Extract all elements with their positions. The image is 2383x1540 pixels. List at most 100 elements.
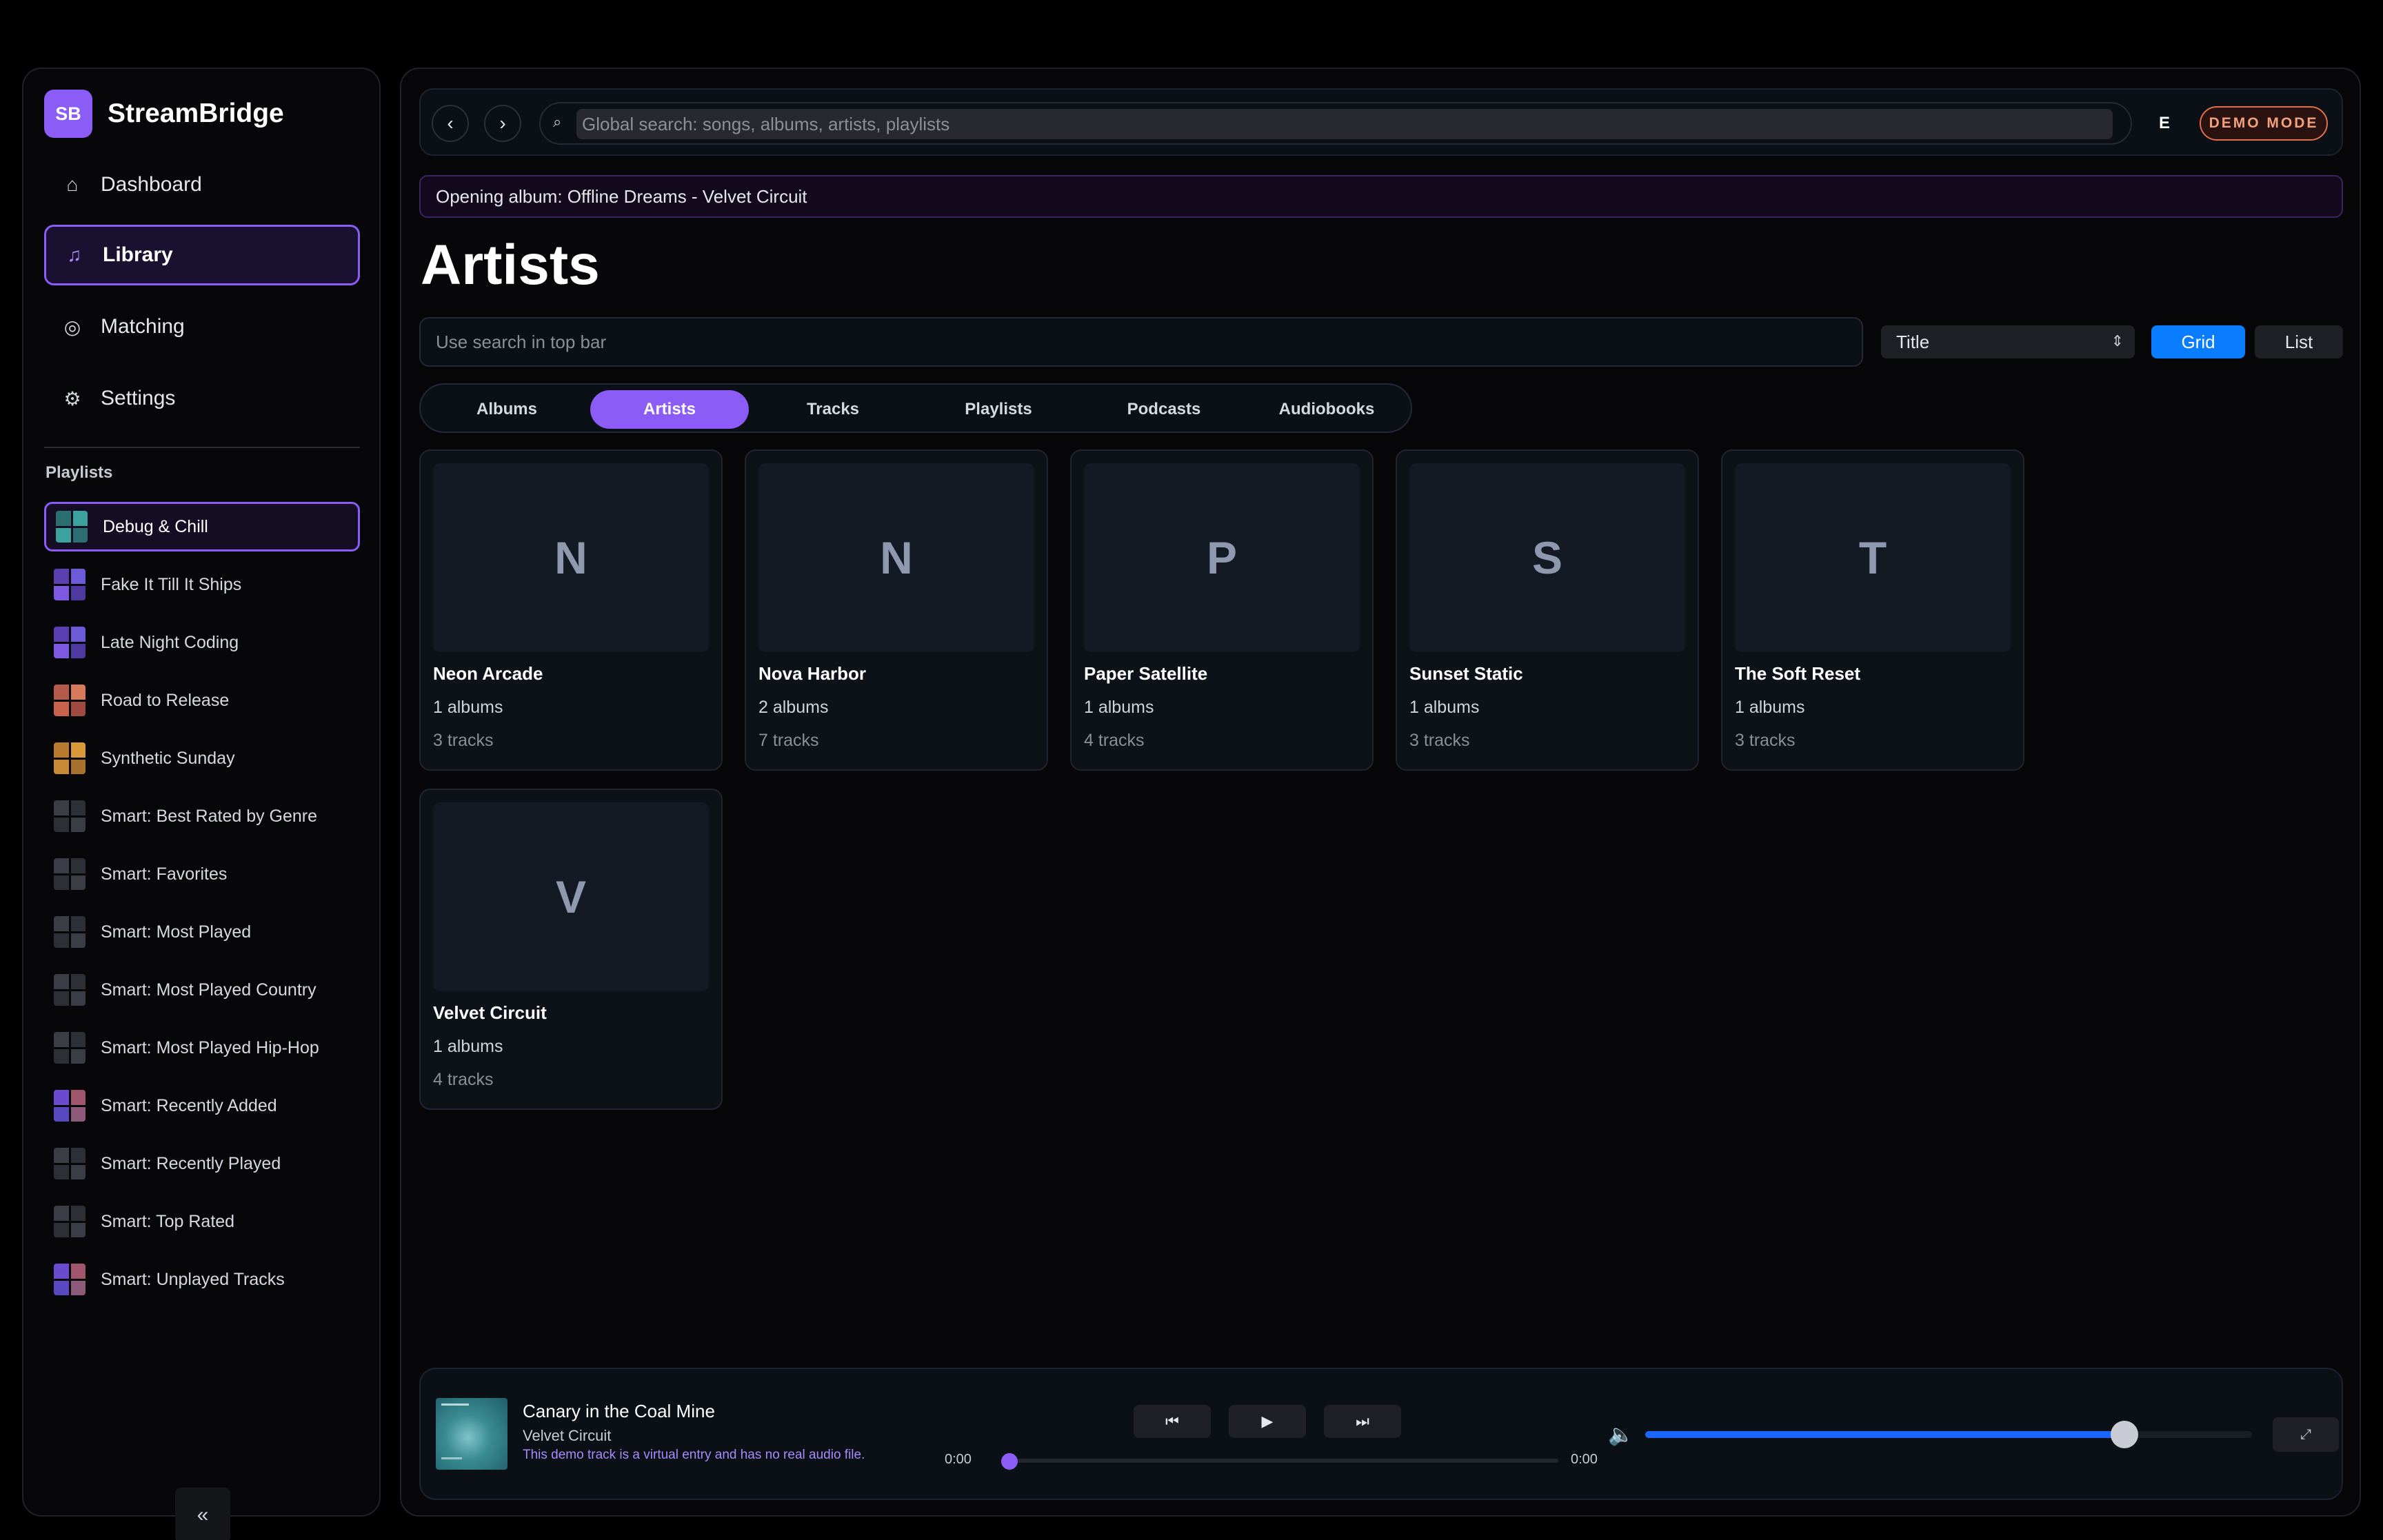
gear-icon: ⚙ bbox=[63, 387, 81, 409]
playlist-thumbnail bbox=[56, 511, 88, 543]
app-logo: SB bbox=[44, 90, 92, 138]
main-panel: ‹ › ⌕ E DEMO MODE Opening album: Offline… bbox=[400, 68, 2361, 1517]
artist-card[interactable]: V Velvet Circuit 1 albums 4 tracks bbox=[419, 789, 723, 1110]
artist-card[interactable]: T The Soft Reset 1 albums 3 tracks bbox=[1721, 449, 2024, 771]
playlist-item[interactable]: Smart: Recently Played bbox=[44, 1139, 360, 1188]
playlist-thumbnail bbox=[54, 858, 86, 890]
playlist-item[interactable]: Smart: Favorites bbox=[44, 849, 360, 899]
artist-initial: N bbox=[433, 463, 709, 652]
tab-audiobooks[interactable]: Audiobooks bbox=[1247, 390, 1407, 429]
playlist-label: Debug & Chill bbox=[103, 516, 208, 536]
chevron-updown-icon: ⇕ bbox=[2111, 332, 2124, 349]
artist-name: Velvet Circuit bbox=[433, 1002, 547, 1023]
progress-handle[interactable] bbox=[1001, 1453, 1018, 1470]
tab-artists[interactable]: Artists bbox=[590, 390, 749, 429]
playlist-label: Road to Release bbox=[101, 690, 230, 710]
sort-select-value: Title bbox=[1896, 331, 1930, 352]
brand[interactable]: SB StreamBridge bbox=[44, 90, 284, 138]
list-view-button[interactable]: List bbox=[2255, 325, 2343, 358]
artist-initial: P bbox=[1084, 463, 1360, 652]
volume-slider[interactable] bbox=[1645, 1431, 2252, 1438]
progress-slider[interactable] bbox=[1007, 1459, 1558, 1463]
artist-card[interactable]: P Paper Satellite 1 albums 4 tracks bbox=[1070, 449, 1374, 771]
playlist-item[interactable]: Smart: Most Played Hip-Hop bbox=[44, 1023, 360, 1073]
track-demo-note: This demo track is a virtual entry and h… bbox=[523, 1448, 865, 1462]
playlist-item[interactable]: Debug & Chill bbox=[44, 502, 360, 551]
playlist-thumbnail bbox=[54, 1032, 86, 1064]
expand-player-button[interactable]: ⤢ bbox=[2273, 1417, 2339, 1452]
playlist-item[interactable]: Smart: Recently Added bbox=[44, 1081, 360, 1131]
collapse-sidebar-button[interactable]: « bbox=[175, 1488, 230, 1540]
tab-playlists[interactable]: Playlists bbox=[917, 390, 1080, 429]
track-title: Canary in the Coal Mine bbox=[523, 1401, 715, 1421]
playlist-thumbnail bbox=[54, 916, 86, 948]
previous-track-button[interactable]: ⏮ bbox=[1134, 1405, 1211, 1438]
playlist-item[interactable]: Smart: Unplayed Tracks bbox=[44, 1255, 360, 1304]
playlist-thumbnail bbox=[54, 1206, 86, 1237]
tab-podcasts[interactable]: Podcasts bbox=[1084, 390, 1244, 429]
page-title: Artists bbox=[421, 234, 600, 296]
playlist-label: Late Night Coding bbox=[101, 632, 239, 652]
playlist-label: Smart: Unplayed Tracks bbox=[101, 1269, 285, 1289]
music-note-icon: ♫ bbox=[67, 244, 82, 265]
playlist-label: Smart: Recently Added bbox=[101, 1095, 277, 1115]
nav-matching[interactable]: ◎ Matching bbox=[44, 296, 360, 357]
artist-card[interactable]: N Neon Arcade 1 albums 3 tracks bbox=[419, 449, 723, 771]
playlist-item[interactable]: Smart: Most Played Country bbox=[44, 965, 360, 1015]
nav-settings[interactable]: ⚙ Settings bbox=[44, 368, 360, 429]
now-playing-bar: Canary in the Coal Mine Velvet Circuit T… bbox=[419, 1368, 2343, 1500]
artist-initial: T bbox=[1735, 463, 2011, 652]
artist-name: Paper Satellite bbox=[1084, 663, 1208, 684]
global-search-input[interactable] bbox=[576, 109, 2113, 139]
playlist-item[interactable]: Late Night Coding bbox=[44, 618, 360, 667]
artist-card[interactable]: S Sunset Static 1 albums 3 tracks bbox=[1396, 449, 1699, 771]
playlist-thumbnail bbox=[54, 569, 86, 600]
playlists-heading: Playlists bbox=[46, 463, 113, 482]
app-name: StreamBridge bbox=[108, 99, 284, 128]
nav-dashboard[interactable]: ⌂ Dashboard bbox=[44, 154, 360, 215]
playlist-item[interactable]: Fake It Till It Ships bbox=[44, 560, 360, 609]
playlist-item[interactable]: Synthetic Sunday bbox=[44, 733, 360, 783]
play-button[interactable]: ▶ bbox=[1229, 1405, 1306, 1438]
playlist-thumbnail bbox=[54, 800, 86, 832]
target-icon: ◎ bbox=[63, 316, 81, 338]
track-artist: Velvet Circuit bbox=[523, 1427, 612, 1444]
artist-album-count: 2 albums bbox=[758, 698, 829, 717]
nav-library[interactable]: ♫ Library bbox=[44, 225, 360, 285]
artist-initial: V bbox=[433, 802, 709, 991]
sort-select[interactable]: Title ⇕ bbox=[1881, 325, 2135, 358]
grid-view-button[interactable]: Grid bbox=[2151, 325, 2245, 358]
playlist-label: Smart: Most Played Country bbox=[101, 980, 316, 1000]
demo-mode-badge[interactable]: DEMO MODE bbox=[2200, 106, 2328, 141]
volume-fill bbox=[1645, 1431, 2125, 1438]
time-total: 0:00 bbox=[1571, 1452, 1598, 1467]
back-button[interactable]: ‹ bbox=[432, 105, 469, 142]
tab-tracks[interactable]: Tracks bbox=[754, 390, 912, 429]
playlist-thumbnail bbox=[54, 1090, 86, 1122]
playlist-item[interactable]: Smart: Top Rated bbox=[44, 1197, 360, 1246]
playlist-item[interactable]: Smart: Most Played bbox=[44, 907, 360, 957]
playlist-label: Smart: Most Played Hip-Hop bbox=[101, 1037, 319, 1057]
playlist-label: Smart: Best Rated by Genre bbox=[101, 806, 318, 826]
forward-button[interactable]: › bbox=[484, 105, 521, 142]
playlist-label: Smart: Recently Played bbox=[101, 1153, 281, 1173]
album-cover[interactable] bbox=[436, 1398, 507, 1470]
volume-icon[interactable]: 🔈 bbox=[1608, 1423, 1633, 1447]
library-filter-input[interactable] bbox=[419, 317, 1863, 367]
sidebar-divider bbox=[44, 447, 360, 448]
playlist-label: Smart: Top Rated bbox=[101, 1211, 235, 1231]
status-notice: Opening album: Offline Dreams - Velvet C… bbox=[419, 175, 2343, 218]
next-track-button[interactable]: ⏭ bbox=[1324, 1405, 1401, 1438]
artist-track-count: 7 tracks bbox=[758, 731, 819, 750]
sidebar: SB StreamBridge ⌂ Dashboard ♫ Library ◎ … bbox=[22, 68, 381, 1540]
artist-card[interactable]: N Nova Harbor 2 albums 7 tracks bbox=[745, 449, 1048, 771]
playlist-item[interactable]: Smart: Best Rated by Genre bbox=[44, 791, 360, 841]
user-avatar[interactable]: E bbox=[2144, 103, 2184, 143]
playlist-item[interactable]: Road to Release bbox=[44, 676, 360, 725]
tab-albums[interactable]: Albums bbox=[429, 390, 585, 429]
playlist-thumbnail bbox=[54, 742, 86, 774]
volume-handle[interactable] bbox=[2111, 1421, 2139, 1448]
artist-initial: N bbox=[758, 463, 1034, 652]
artist-track-count: 3 tracks bbox=[1409, 731, 1470, 750]
artist-name: Neon Arcade bbox=[433, 663, 543, 684]
